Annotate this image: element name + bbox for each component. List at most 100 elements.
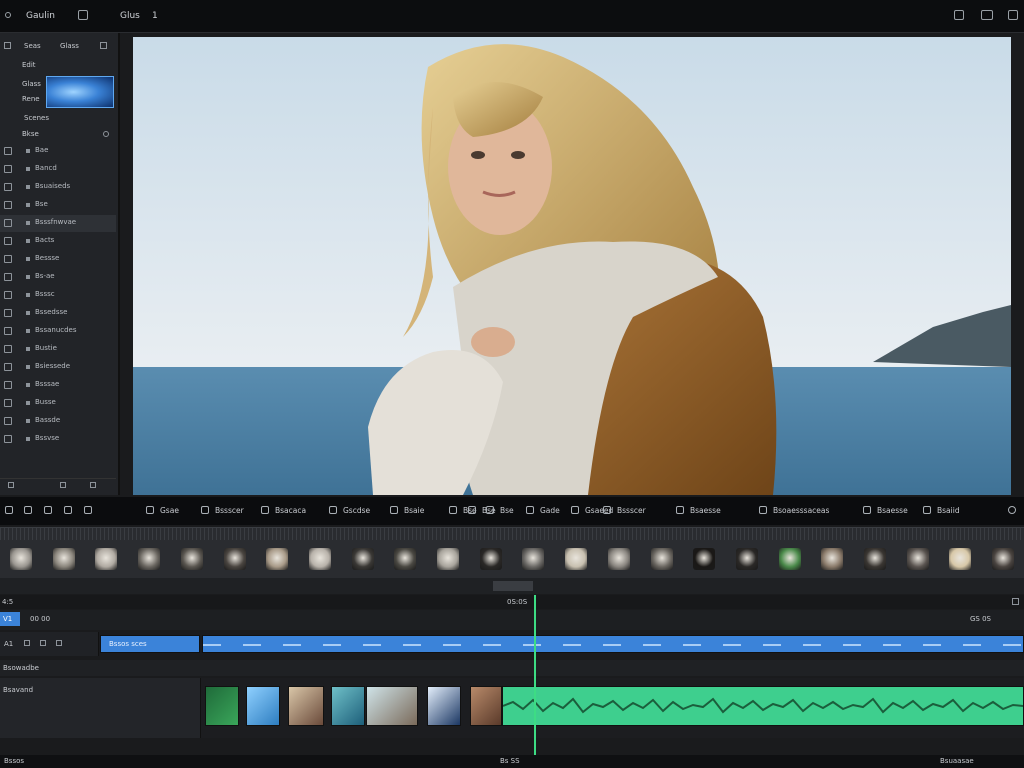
frame-thumbnail[interactable] [394,548,417,570]
timeline-settings-icon[interactable] [1012,598,1019,605]
clip-a1-first[interactable]: Bssos sces [100,635,200,653]
playhead[interactable] [534,595,536,755]
clip-thumb-5[interactable] [366,686,418,726]
frame-thumbnail[interactable] [522,548,545,570]
sidebar-row-b[interactable]: Glass [22,80,41,88]
sidebar-row-c[interactable]: Rene [22,95,40,103]
folder-icon[interactable] [60,482,66,488]
frame-thumbnail[interactable] [479,548,502,570]
clip-thumb-7[interactable] [470,686,502,726]
control-label[interactable]: Bssscer [617,506,646,515]
control-icon[interactable] [390,506,398,514]
options-icon[interactable] [103,131,109,137]
control-icon[interactable] [603,506,611,514]
scene-list-item[interactable]: Bessse [0,251,116,268]
control-icon[interactable] [201,506,209,514]
grid-icon[interactable] [4,42,11,49]
control-icon[interactable] [526,506,534,514]
frame-thumbnail[interactable] [95,548,118,570]
control-icon[interactable] [676,506,684,514]
scene-list-item[interactable]: Bae [0,143,116,160]
control-icon[interactable] [329,506,337,514]
play-icon[interactable] [5,506,13,514]
control-icon[interactable] [449,506,457,514]
control-icon[interactable] [146,506,154,514]
menu-item[interactable]: Glus [120,11,140,21]
frame-thumbnail[interactable] [949,548,972,570]
scene-list-item[interactable]: Bsssae [0,377,116,394]
control-icon[interactable] [468,506,476,514]
frame-thumbnail[interactable] [821,548,844,570]
frame-thumbnail[interactable] [735,548,758,570]
control-icon[interactable] [261,506,269,514]
preview-thumbnail[interactable] [46,76,114,108]
frame-thumbnail[interactable] [437,548,459,570]
volume-icon[interactable] [84,506,92,514]
scene-list-item[interactable]: Bssvse [0,431,116,448]
sidebar-tab-left[interactable]: Seas [24,42,41,50]
frame-thumbnail[interactable] [180,548,203,570]
frame-thumbnail[interactable] [565,548,588,570]
scene-list-item[interactable]: Bssedsse [0,305,116,322]
control-icon[interactable] [486,506,494,514]
control-label[interactable]: Bsaesse [690,506,721,515]
mute-icon[interactable] [24,640,30,646]
control-label[interactable]: Bssscer [215,506,244,515]
sidebar-row-a[interactable]: Edit [22,61,36,69]
audio-clip[interactable] [502,686,1024,726]
control-label[interactable]: Bse [500,506,514,515]
clip-thumb-3[interactable] [288,686,324,726]
minimize-icon[interactable] [954,10,964,20]
frame-thumbnail[interactable] [138,548,161,570]
frame-thumbnail[interactable] [992,548,1015,570]
clip-thumb-6[interactable] [427,686,461,726]
frame-thumbnail[interactable] [10,548,32,570]
scene-list-item[interactable]: Bassde [0,413,116,430]
control-icon[interactable] [571,506,579,514]
control-icon[interactable] [923,506,931,514]
scene-list-item[interactable]: Busse [0,395,116,412]
window-icon[interactable] [981,10,993,20]
scene-list-item[interactable]: Bsuaiseds [0,179,116,196]
scene-list-item[interactable]: Bacts [0,233,116,250]
stop-icon[interactable] [24,506,32,514]
clip-thumb-1[interactable] [205,686,239,726]
control-label[interactable]: Bsaesse [877,506,908,515]
frame-thumbnail[interactable] [650,548,673,570]
control-label[interactable]: Gsae [160,506,179,515]
ruler-marker[interactable] [493,581,533,591]
control-label[interactable]: Bsaiid [937,506,960,515]
control-label[interactable]: Bsacaca [275,506,306,515]
control-label[interactable]: Bsoaesssaceas [773,506,829,515]
control-icon[interactable] [863,506,871,514]
settings-icon[interactable] [78,10,88,20]
frame-thumbnail[interactable] [266,548,289,570]
frame-thumbnail[interactable] [223,548,246,570]
frame-thumbnail[interactable] [308,548,331,570]
scene-list-item[interactable]: Bse [0,197,116,214]
scene-list-item[interactable]: Bssanucdes [0,323,116,340]
speed-icon[interactable] [64,506,72,514]
fullscreen-icon[interactable] [1008,506,1016,514]
frame-thumbnail[interactable] [906,548,929,570]
expand-icon[interactable] [100,42,107,49]
clip-a1-main[interactable] [202,635,1024,653]
frame-thumbnail[interactable] [52,548,75,570]
clip-thumb-2[interactable] [246,686,280,726]
solo-icon[interactable] [40,640,46,646]
frame-thumbnail[interactable] [351,548,374,570]
frame-thumbnail[interactable] [864,548,886,570]
close-icon[interactable] [1008,10,1018,20]
control-label[interactable]: Gscdse [343,506,370,515]
control-label[interactable]: Bsaie [404,506,424,515]
scene-list-item[interactable]: Bustie [0,341,116,358]
video-preview[interactable] [133,37,1011,495]
scene-list-item[interactable]: Bsiessede [0,359,116,376]
scene-list-item[interactable]: Bsssc [0,287,116,304]
frame-thumbnail[interactable] [693,548,716,570]
sidebar-tab-right[interactable]: Glass [60,42,79,50]
control-label[interactable]: Gade [540,506,560,515]
frame-thumbnail[interactable] [607,548,630,570]
frame-thumbnail[interactable] [778,548,801,570]
scene-list-item[interactable]: Bancd [0,161,116,178]
